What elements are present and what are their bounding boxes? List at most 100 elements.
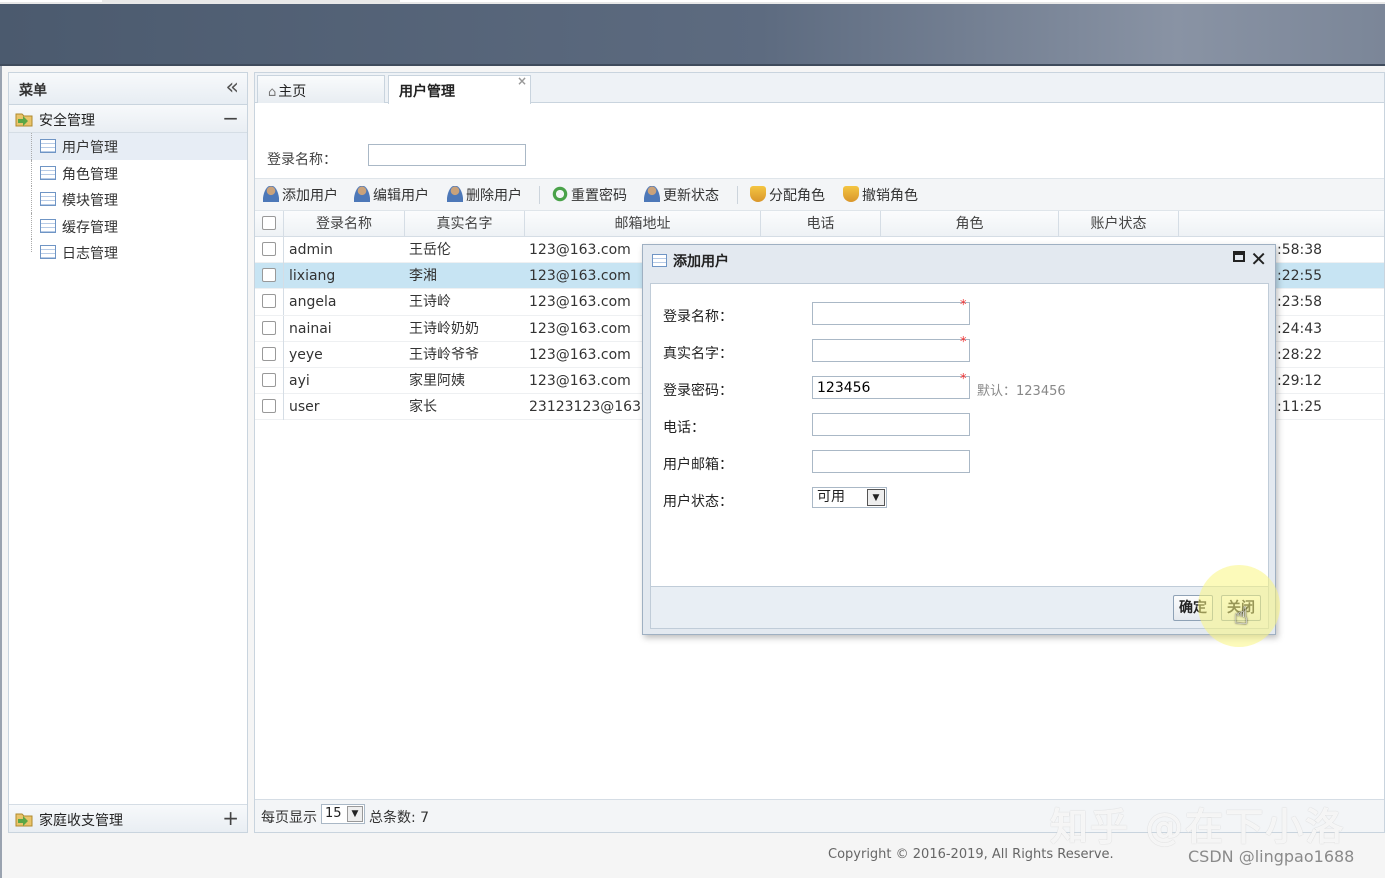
menu-group-family-finance[interactable]: 家庭收支管理 +: [9, 804, 247, 832]
refresh-icon: [552, 186, 568, 202]
form-row-login: 登录名称： *: [651, 298, 1268, 326]
select-all-checkbox[interactable]: [262, 216, 276, 230]
row-checkbox[interactable]: [262, 242, 276, 256]
sidebar-item-cache-management[interactable]: 缓存管理: [9, 212, 247, 239]
row-checkbox[interactable]: [262, 346, 276, 361]
sidebar-title: 菜单: [19, 83, 47, 99]
hand-cursor-icon: ☝: [1234, 602, 1249, 630]
row-checkbox[interactable]: [262, 320, 276, 335]
tab-label: 主页: [278, 84, 307, 100]
email-input[interactable]: [812, 450, 970, 473]
toolbar-separator: [539, 186, 540, 204]
reset-password-button[interactable]: 重置密码: [552, 185, 627, 205]
search-label: 登录名称：: [267, 152, 337, 168]
form-row-email: 用户邮箱：: [651, 450, 1268, 474]
phone-input[interactable]: [812, 413, 970, 436]
per-page-select[interactable]: 15 ▼: [321, 804, 365, 824]
real-name-input[interactable]: [812, 339, 970, 362]
cell-login: lixiang: [289, 268, 336, 285]
dialog-form: 登录名称： * 真实名字： * 登录密码： * 默认：123456 电话： 用户…: [650, 283, 1269, 587]
grid-header: 登录名称 真实名字 邮箱地址 电话 角色 账户状态: [255, 211, 1384, 237]
status-select[interactable]: 可用 ▼: [812, 487, 887, 508]
form-row-status: 用户状态： 可用 ▼: [651, 487, 1268, 511]
toolbar-separator: [737, 186, 738, 204]
menu-group-security[interactable]: 安全管理 −: [9, 105, 247, 133]
table-icon: [40, 165, 56, 180]
row-checkbox[interactable]: [262, 294, 276, 309]
field-label: 登录名称：: [663, 309, 733, 325]
tab-home[interactable]: ⌂ 主页: [257, 75, 385, 103]
cell-name: 李湘: [409, 268, 437, 285]
cell-login: nainai: [289, 320, 332, 337]
revoke-role-button[interactable]: 撤销角色: [843, 185, 918, 205]
cell-login: user: [289, 399, 320, 416]
expand-group-icon[interactable]: +: [222, 805, 239, 831]
required-mark: *: [960, 335, 967, 350]
close-icon[interactable]: ✕: [1250, 246, 1267, 272]
column-header-email[interactable]: 邮箱地址: [525, 211, 761, 237]
cell-name: 王诗岭奶奶: [409, 320, 479, 337]
chevron-down-icon: ▼: [867, 489, 885, 506]
user-delete-icon: [447, 186, 463, 202]
tab-bar: ⌂ 主页 用户管理 ×: [255, 73, 1384, 104]
shield-add-icon: [750, 186, 766, 202]
cell-name: 家长: [409, 399, 437, 416]
collapse-icon[interactable]: «: [226, 76, 239, 100]
folder-icon: [15, 113, 33, 127]
cell-time: :22:55: [1277, 268, 1323, 285]
login-name-input[interactable]: [812, 302, 970, 325]
password-default-hint: 默认：123456: [977, 384, 1066, 399]
sidebar-item-user-management[interactable]: 用户管理: [9, 133, 247, 160]
zhihu-watermark: 知乎 @在下小洛: [1050, 805, 1346, 849]
cell-email: 123@163.com: [529, 294, 631, 311]
shield-remove-icon: [843, 186, 859, 202]
edit-user-button[interactable]: 编辑用户: [354, 185, 429, 205]
row-checkbox[interactable]: [262, 399, 276, 414]
tab-user-management[interactable]: 用户管理 ×: [388, 74, 531, 104]
field-label: 真实名字：: [663, 346, 733, 362]
column-header-status[interactable]: 账户状态: [1059, 211, 1179, 237]
cell-email: 23123123@163.c: [529, 399, 654, 416]
sidebar-item-role-management[interactable]: 角色管理: [9, 159, 247, 186]
search-login-name-input[interactable]: [368, 144, 526, 166]
cell-name: 家里阿姨: [409, 372, 465, 389]
password-input[interactable]: [812, 376, 970, 399]
required-mark: *: [960, 298, 967, 313]
cell-email: 123@163.com: [529, 346, 631, 363]
column-header-name[interactable]: 真实名字: [405, 211, 525, 237]
close-tab-icon[interactable]: ×: [517, 74, 527, 88]
per-page-label: 每页显示: [261, 810, 317, 826]
column-header-login[interactable]: 登录名称: [284, 211, 405, 237]
field-label: 用户邮箱：: [663, 457, 733, 473]
add-user-button[interactable]: 添加用户: [263, 185, 338, 205]
collapse-group-icon[interactable]: −: [222, 105, 239, 131]
dialog-header[interactable]: 添加用户 ✕: [643, 245, 1275, 275]
cell-name: 王诗岭: [409, 294, 451, 311]
folder-icon: [15, 813, 33, 827]
sidebar-item-log-management[interactable]: 日志管理: [9, 239, 247, 266]
cell-time: :24:43: [1277, 320, 1323, 337]
add-user-dialog: 添加用户 ✕ 登录名称： * 真实名字： * 登录密码： * 默认：123456…: [642, 244, 1276, 635]
cell-time: :28:22: [1277, 346, 1323, 363]
dialog-footer: 确定 关闭: [650, 587, 1269, 629]
column-header-phone[interactable]: 电话: [761, 211, 881, 237]
table-icon: [40, 245, 56, 259]
user-edit-icon: [354, 186, 370, 202]
field-label: 用户状态：: [663, 494, 733, 510]
sidebar-item-module-management[interactable]: 模块管理: [9, 186, 247, 213]
cell-email: 123@163.com: [529, 372, 631, 389]
update-status-button[interactable]: 更新状态: [644, 185, 719, 205]
row-checkbox[interactable]: [262, 268, 276, 283]
sidebar-header: 菜单 «: [9, 73, 247, 105]
cell-time: :23:58: [1277, 294, 1323, 311]
cell-email: 123@163.com: [529, 268, 631, 285]
home-icon: ⌂: [268, 85, 277, 100]
table-icon: [40, 192, 56, 206]
tab-label: 用户管理: [399, 84, 455, 100]
row-checkbox[interactable]: [262, 372, 276, 387]
delete-user-button[interactable]: 删除用户: [447, 185, 522, 205]
required-mark: *: [960, 372, 967, 387]
column-header-role[interactable]: 角色: [881, 211, 1059, 237]
maximize-icon[interactable]: [1233, 251, 1245, 262]
assign-role-button[interactable]: 分配角色: [750, 185, 825, 205]
